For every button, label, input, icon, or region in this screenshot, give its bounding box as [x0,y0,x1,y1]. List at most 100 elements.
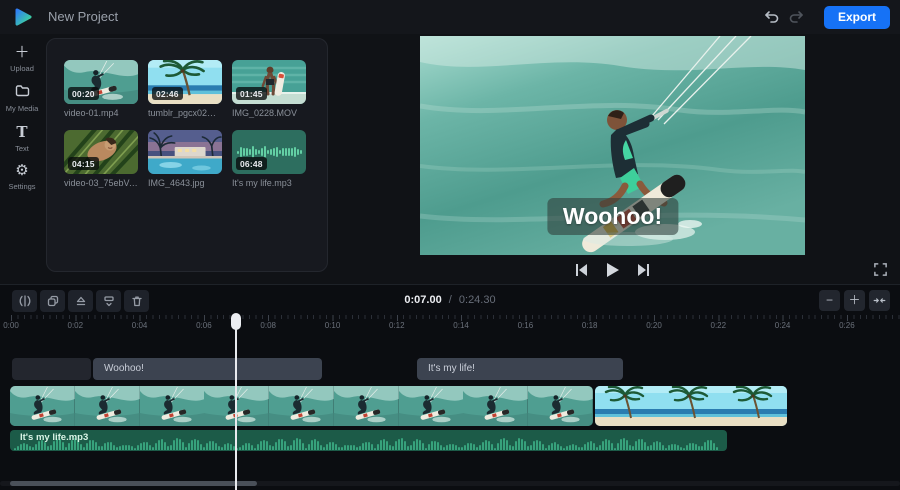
media-thumbnail: 04:15 [64,130,138,174]
folder-icon [0,84,44,101]
play-button[interactable] [605,261,620,279]
timeline-ruler[interactable]: 0:00 0:02 0:04 0:06 0:08 0:10 0:12 0:14 0:16 0:18… [0,315,900,333]
export-button[interactable]: Export [824,6,890,29]
duration-badge: 06:48 [236,157,267,170]
ruler-label: 0:04 [132,321,148,330]
video-frame-thumbnail [528,386,593,426]
video-frame-thumbnail [723,386,787,426]
video-frame-thumbnail [140,386,205,426]
video-frame-thumbnail [334,386,399,426]
timeline-zoom-controls: − ＋ [819,290,890,311]
project-title: New Project [48,0,118,34]
ruler-label: 0:02 [68,321,84,330]
zoom-fit-button[interactable] [869,290,890,311]
layer-up-button[interactable] [68,290,93,312]
sidebar-item-label: My Media [0,104,44,113]
redo-icon[interactable] [789,9,805,25]
media-filename: video-01.mp4 [64,108,138,118]
sidebar-item-label: Upload [0,64,44,73]
media-thumbnail: 00:20 [64,60,138,104]
text-clip[interactable] [12,358,91,380]
video-clip[interactable] [10,386,593,426]
video-frame-thumbnail [10,386,75,426]
video-frame-thumbnail [463,386,528,426]
video-clip[interactable] [595,386,787,426]
skip-start-button[interactable] [575,261,588,279]
playhead[interactable] [231,313,241,479]
media-item[interactable]: 02:46 tumblr_pgcx02DRbl2... [148,60,222,118]
sidebar-item-my-media[interactable]: My Media [0,84,44,113]
video-frame-thumbnail [399,386,464,426]
timeline-section: 0:07.00 / 0:24.30 − ＋ 0:000:020:040:060:… [0,284,900,490]
duplicate-button[interactable] [40,290,65,312]
timeline-scrollbar-thumb[interactable] [10,481,257,486]
text-clip[interactable]: It's my life! [417,358,623,380]
undo-icon[interactable] [763,9,779,25]
media-filename: It's my life.mp3 [232,178,306,188]
split-button[interactable] [12,290,37,312]
media-filename: IMG_4643.jpg [148,178,222,188]
current-time: 0:07.00 [404,294,441,306]
audio-clip[interactable]: It's my life.mp3 [10,430,727,451]
duration-badge: 00:20 [68,87,99,100]
media-filename: IMG_0228.MOV [232,108,306,118]
ruler-label: 0:20 [646,321,662,330]
audio-clip-label: It's my life.mp3 [20,432,88,443]
time-separator: / [449,294,452,306]
ruler-label: 0:24 [775,321,791,330]
audio-waveform [14,437,723,450]
app-logo-icon [13,7,33,27]
duration-badge: 02:46 [152,87,183,100]
ruler-label: 0:12 [389,321,405,330]
ruler-label: 0:26 [839,321,855,330]
plus-icon: ＋ [0,44,44,61]
sidebar-item-label: Settings [0,182,44,191]
timeline-toolbar [12,290,149,312]
ruler-label: 0:10 [325,321,341,330]
total-time: 0:24.30 [459,294,496,306]
video-frame-thumbnail [269,386,334,426]
sidebar-item-upload[interactable]: ＋ Upload [0,44,44,73]
text-icon: T [0,124,44,141]
video-preview[interactable]: Woohoo! [420,36,805,255]
gear-icon: ⚙ [0,162,44,179]
sidebar-item-label: Text [0,144,44,153]
sidebar-item-text[interactable]: T Text [0,124,44,153]
skip-end-button[interactable] [637,261,650,279]
duration-badge: 01:45 [236,87,267,100]
delete-button[interactable] [124,290,149,312]
media-library-panel: 00:20 video-01.mp4 02:46 tumblr_pgcx02DRbl… [46,38,328,272]
ruler-label: 0:08 [260,321,276,330]
ruler-label: 0:22 [711,321,727,330]
text-clip[interactable]: Woohoo! [93,358,322,380]
ruler-label: 0:18 [582,321,598,330]
video-frame-thumbnail [75,386,140,426]
topbar: New Project Export [0,0,900,34]
media-thumbnail [148,130,222,174]
ruler-label: 0:14 [453,321,469,330]
caption-overlay[interactable]: Woohoo! [547,198,678,235]
ruler-label: 0:16 [518,321,534,330]
transport-bar [420,255,805,285]
media-item[interactable]: 04:15video-03_75ebV.mp4 [64,130,138,188]
video-editor-app: New Project Export ＋ Upload My Media T T… [0,0,900,490]
duration-badge: 04:15 [68,157,99,170]
media-thumbnail: 01:45 [232,60,306,104]
sidebar-item-settings[interactable]: ⚙ Settings [0,162,44,191]
media-grid: 00:20 video-01.mp4 02:46 tumblr_pgcx02DRbl… [64,60,306,188]
sidebar: ＋ Upload My Media T Text ⚙ Settings [0,34,44,284]
zoom-in-button[interactable]: ＋ [844,290,865,311]
ruler-label: 0:00 [3,321,19,330]
media-thumbnail: 02:46 [148,60,222,104]
media-item[interactable]: 01:45 IMG_0228.MOV [232,60,306,118]
media-item[interactable]: 00:20 video-01.mp4 [64,60,138,118]
video-frame-thumbnail [595,386,659,426]
layer-down-button[interactable] [96,290,121,312]
playhead-line [235,328,237,490]
media-item[interactable]: IMG_4643.jpg [148,130,222,188]
zoom-out-button[interactable]: − [819,290,840,311]
fullscreen-icon[interactable] [872,262,888,278]
media-filename: tumblr_pgcx02DRbl2... [148,108,222,118]
ruler-label: 0:06 [196,321,212,330]
media-item[interactable]: 06:48 It's my life.mp3 [232,130,306,188]
